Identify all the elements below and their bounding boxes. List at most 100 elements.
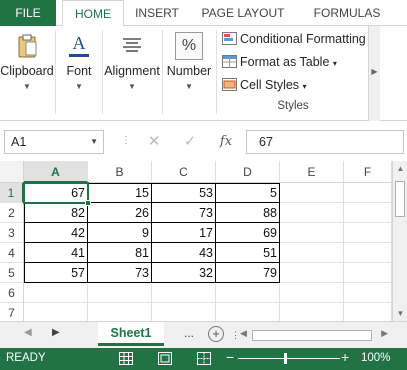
formula-input[interactable]: 67	[246, 130, 404, 154]
row-header[interactable]: 7	[0, 303, 24, 323]
column-header[interactable]: F	[344, 161, 392, 183]
row-header[interactable]: 5	[0, 263, 24, 283]
name-box[interactable]: A1 ▼	[4, 130, 104, 154]
column-header[interactable]: D	[216, 161, 280, 183]
horizontal-scroll-thumb[interactable]	[252, 330, 372, 341]
cell[interactable]	[344, 283, 392, 303]
worksheet-grid[interactable]: A B C D E F 1 67 15 53 5 2 82 26 73 88 3 42 9 17 69 4 41 81 43 51…	[0, 161, 392, 323]
page-break-view-icon[interactable]	[197, 352, 211, 365]
zoom-in-icon[interactable]: +	[341, 349, 349, 365]
page-layout-view-icon[interactable]	[158, 352, 172, 365]
cell[interactable]	[280, 303, 344, 323]
cell[interactable]: 57	[24, 263, 88, 283]
cell[interactable]	[344, 203, 392, 223]
tab-formulas[interactable]: FORMULAS	[304, 0, 390, 26]
more-sheets[interactable]: ...	[184, 326, 194, 340]
cell[interactable]	[344, 183, 392, 203]
zoom-slider-thumb[interactable]	[284, 353, 287, 364]
cell[interactable]	[280, 223, 344, 243]
cell[interactable]: 15	[88, 183, 152, 203]
cell[interactable]: 53	[152, 183, 216, 203]
vertical-scroll-thumb[interactable]	[395, 181, 405, 217]
cell[interactable]: 88	[216, 203, 280, 223]
sheet-nav-next-icon[interactable]: ▶	[52, 327, 60, 338]
tab-home[interactable]: HOME	[62, 0, 124, 27]
cell[interactable]: 67	[24, 183, 88, 203]
sheet-nav-prev-icon[interactable]: ◀	[24, 327, 32, 338]
fx-icon[interactable]: fx	[212, 130, 240, 154]
horizontal-scrollbar[interactable]: ◀ ▶	[238, 328, 390, 342]
tab-page-layout[interactable]: PAGE LAYOUT	[196, 0, 290, 26]
cell-styles-button[interactable]: Cell Styles ▾	[222, 75, 307, 95]
cell[interactable]: 5	[216, 183, 280, 203]
cell[interactable]: 69	[216, 223, 280, 243]
row-header[interactable]: 6	[0, 283, 24, 303]
cell[interactable]: 41	[24, 243, 88, 263]
cell[interactable]: 73	[152, 203, 216, 223]
cell[interactable]: 32	[152, 263, 216, 283]
tab-insert[interactable]: INSERT	[131, 0, 183, 26]
formula-bar-splitter[interactable]: ⋮	[121, 135, 131, 146]
cell[interactable]	[280, 283, 344, 303]
scroll-left-icon[interactable]: ◀	[240, 328, 247, 339]
normal-view-icon[interactable]	[119, 352, 133, 365]
number-group[interactable]: % Number ▼	[163, 26, 215, 121]
cell[interactable]	[88, 283, 152, 303]
column-header[interactable]: E	[280, 161, 344, 183]
cell[interactable]: 51	[216, 243, 280, 263]
tab-file[interactable]: FILE	[0, 0, 56, 26]
cell[interactable]	[280, 183, 344, 203]
clipboard-group[interactable]: Clipboard ▼	[0, 26, 54, 121]
add-sheet-icon[interactable]: +	[208, 326, 224, 342]
chevron-down-icon[interactable]: ▼	[90, 131, 98, 153]
sheet-tab-sheet1[interactable]: Sheet1	[98, 322, 164, 346]
enter-icon[interactable]: ✓	[176, 130, 204, 154]
zoom-level[interactable]: 100%	[361, 352, 390, 364]
conditional-formatting-button[interactable]: Conditional Formatting	[222, 29, 366, 49]
column-header[interactable]: A	[24, 161, 88, 183]
cell[interactable]	[280, 203, 344, 223]
zoom-out-icon[interactable]: −	[226, 349, 234, 365]
cell[interactable]: 17	[152, 223, 216, 243]
cell[interactable]	[344, 263, 392, 283]
column-header[interactable]: B	[88, 161, 152, 183]
cell[interactable]	[344, 243, 392, 263]
cell[interactable]	[280, 263, 344, 283]
row-header[interactable]: 1	[0, 183, 24, 203]
cell[interactable]	[152, 283, 216, 303]
cell[interactable]: 82	[24, 203, 88, 223]
scroll-right-icon[interactable]: ▶	[381, 328, 388, 339]
cell[interactable]: 79	[216, 263, 280, 283]
cell[interactable]	[152, 303, 216, 323]
row-header[interactable]: 3	[0, 223, 24, 243]
cell[interactable]: 81	[88, 243, 152, 263]
fill-handle[interactable]	[85, 200, 91, 206]
cell[interactable]	[344, 223, 392, 243]
cell[interactable]: 9	[88, 223, 152, 243]
column-header[interactable]: C	[152, 161, 216, 183]
cell[interactable]	[88, 303, 152, 323]
row-header[interactable]: 4	[0, 243, 24, 263]
cancel-icon[interactable]: ✕	[140, 130, 168, 154]
scroll-up-icon[interactable]: ▲	[393, 164, 407, 173]
cell[interactable]	[24, 303, 88, 323]
vertical-scrollbar[interactable]: ▲ ▼	[392, 161, 407, 321]
zoom-slider[interactable]	[238, 358, 340, 359]
cell[interactable]: 43	[152, 243, 216, 263]
scroll-down-icon[interactable]: ▼	[393, 309, 407, 318]
cell[interactable]	[216, 283, 280, 303]
cell[interactable]: 42	[24, 223, 88, 243]
row-header[interactable]: 2	[0, 203, 24, 223]
font-group[interactable]: A Font ▼	[57, 26, 101, 121]
alignment-group[interactable]: Alignment ▼	[103, 26, 161, 121]
cell[interactable]	[280, 243, 344, 263]
ribbon-scroll-right-icon[interactable]: ▶	[368, 26, 380, 121]
cell[interactable]	[216, 303, 280, 323]
cell[interactable]: 26	[88, 203, 152, 223]
cell[interactable]: 73	[88, 263, 152, 283]
format-as-table-button[interactable]: Format as Table ▾	[222, 52, 337, 72]
select-all-corner[interactable]	[0, 161, 24, 183]
cell[interactable]	[24, 283, 88, 303]
cell[interactable]	[344, 303, 392, 323]
status-bar: READY − + 100%	[0, 348, 407, 370]
